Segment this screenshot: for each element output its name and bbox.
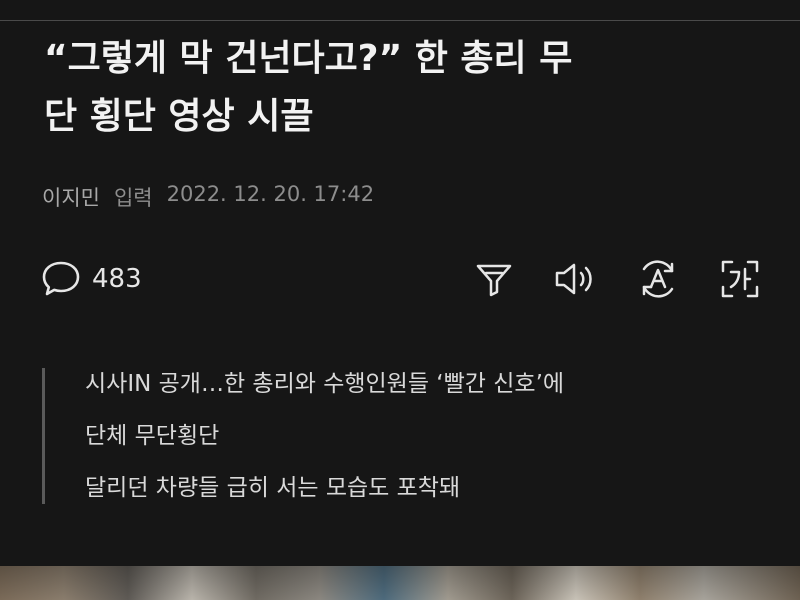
translate-button[interactable] (636, 257, 680, 301)
article-photo[interactable] (0, 566, 800, 600)
headline-line-1: “그렇게 막 건넌다고?” 한 총리 무 (44, 38, 573, 79)
author-name[interactable]: 이지민 (42, 182, 100, 212)
comment-button[interactable]: 483 (40, 258, 142, 300)
translate-icon (636, 257, 680, 301)
publish-datetime: 2022. 12. 20. 17:42 (166, 182, 375, 206)
toolbar-actions (472, 257, 762, 301)
summary-filter-button[interactable] (472, 257, 516, 301)
article-summary: 시사IN 공개…한 총리와 수행인원들 ‘빨간 신호’에 단체 무단횡단 달리던… (42, 368, 782, 504)
summary-line: 달리던 차량들 급히 서는 모습도 포착돼 (85, 475, 461, 501)
article-toolbar: 483 (40, 256, 762, 302)
summary-line: 단체 무단횡단 (85, 423, 220, 449)
article-page: “그렇게 막 건넌다고?” 한 총리 무 단 횡단 영상 시끌 이지민 입력 2… (0, 0, 800, 600)
top-divider (0, 20, 800, 21)
filter-icon (474, 259, 514, 299)
input-label: 입력 (113, 186, 153, 210)
article-headline: “그렇게 막 건넌다고?” 한 총리 무 단 횡단 영상 시끌 (44, 30, 764, 146)
audio-read-button[interactable] (554, 257, 598, 301)
headline-line-2: 단 횡단 영상 시끌 (44, 96, 314, 137)
speaker-icon (553, 259, 599, 299)
font-size-icon (719, 258, 761, 300)
comment-count: 483 (92, 264, 142, 294)
comment-icon (40, 258, 82, 300)
summary-line: 시사IN 공개…한 총리와 수행인원들 ‘빨간 신호’에 (85, 371, 565, 397)
font-size-button[interactable] (718, 257, 762, 301)
byline: 이지민 입력 2022. 12. 20. 17:42 (42, 182, 374, 212)
